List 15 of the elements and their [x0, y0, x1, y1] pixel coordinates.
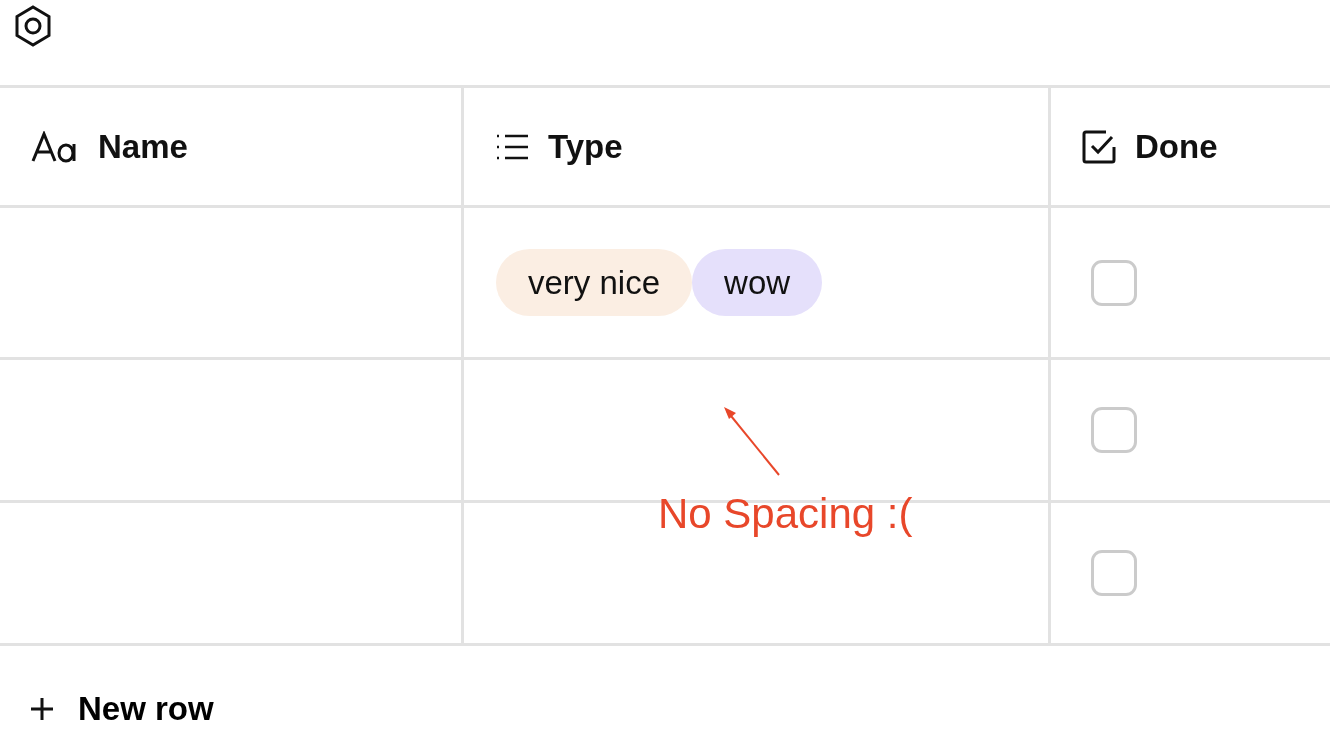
column-header[interactable]: Done — [1135, 121, 1218, 172]
tag: very nice — [496, 248, 693, 317]
table-cell[interactable] — [0, 503, 464, 646]
checkbox[interactable] — [1091, 550, 1137, 596]
column-header[interactable]: Type — [548, 121, 623, 172]
column-header[interactable]: Name — [98, 121, 188, 172]
checkbox[interactable] — [1091, 407, 1137, 453]
checkbox[interactable] — [1091, 259, 1137, 306]
annotation-arrow — [724, 407, 780, 476]
tag: wow — [692, 248, 823, 317]
table-cell[interactable] — [0, 360, 464, 503]
new-row-button[interactable]: New row — [0, 646, 214, 734]
annotation-text: No Spacing :( — [658, 489, 913, 539]
table-cell[interactable] — [0, 208, 464, 360]
checkbox-icon — [1081, 128, 1117, 165]
